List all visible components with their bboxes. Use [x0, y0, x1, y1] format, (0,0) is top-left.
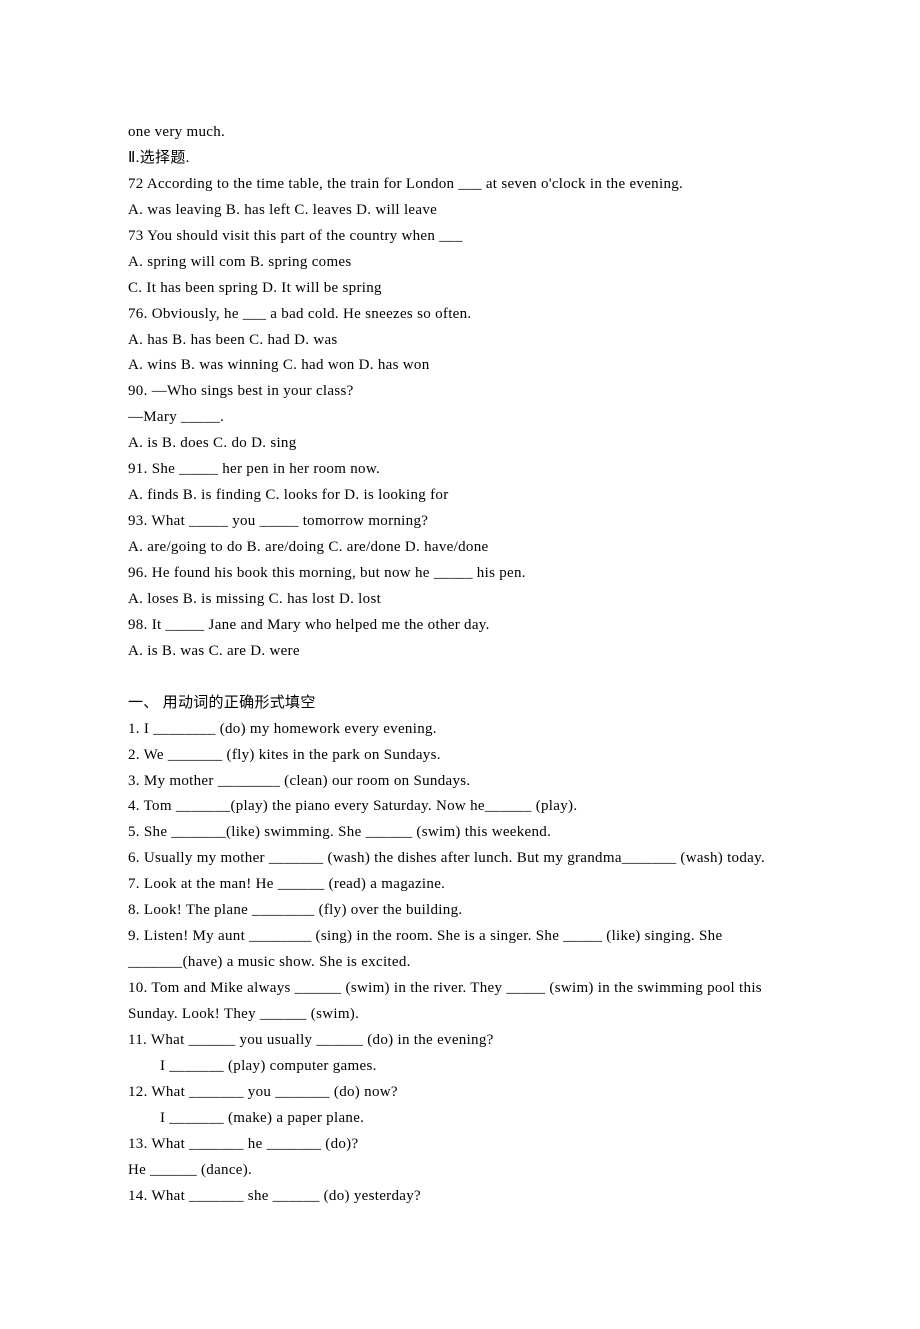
section3-line: 5. She _______(like) swimming. She _____…: [128, 820, 794, 846]
section2-line: A. are/going to do B. are/doing C. are/d…: [128, 535, 794, 561]
section2-line: A. is B. does C. do D. sing: [128, 431, 794, 457]
section3-line: 4. Tom _______(play) the piano every Sat…: [128, 794, 794, 820]
section3-line: 11. What ______ you usually ______ (do) …: [128, 1028, 794, 1054]
section3-container: 1. I ________ (do) my homework every eve…: [128, 717, 794, 1210]
section2-line: A. loses B. is missing C. has lost D. lo…: [128, 587, 794, 613]
section2-line: —Mary _____.: [128, 405, 794, 431]
section3-line: 7. Look at the man! He ______ (read) a m…: [128, 872, 794, 898]
section3-line: 1. I ________ (do) my homework every eve…: [128, 717, 794, 743]
top-fragment-line: one very much.: [128, 120, 794, 146]
section3-line: I _______ (play) computer games.: [128, 1054, 794, 1080]
section2-line: 96. He found his book this morning, but …: [128, 561, 794, 587]
section3-line: He ______ (dance).: [128, 1158, 794, 1184]
section2-line: A. finds B. is finding C. looks for D. i…: [128, 483, 794, 509]
section2-line: A. has B. has been C. had D. was: [128, 328, 794, 354]
section2-line: C. It has been spring D. It will be spri…: [128, 276, 794, 302]
section2-container: 72 According to the time table, the trai…: [128, 172, 794, 665]
section2-line: 90. —Who sings best in your class?: [128, 379, 794, 405]
section3-line: 13. What _______ he _______ (do)?: [128, 1132, 794, 1158]
section3-line: 2. We _______ (fly) kites in the park on…: [128, 743, 794, 769]
section2-heading: Ⅱ.选择题.: [128, 146, 794, 172]
section3-heading: 一、 用动词的正确形式填空: [128, 691, 794, 717]
section2-line: 91. She _____ her pen in her room now.: [128, 457, 794, 483]
section2-line: 93. What _____ you _____ tomorrow mornin…: [128, 509, 794, 535]
section3-line: 8. Look! The plane ________ (fly) over t…: [128, 898, 794, 924]
section-spacer: [128, 665, 794, 691]
section3-line: 12. What _______ you _______ (do) now?: [128, 1080, 794, 1106]
section3-line: 14. What _______ she ______ (do) yesterd…: [128, 1184, 794, 1210]
section2-line: A. spring will com B. spring comes: [128, 250, 794, 276]
section3-line: 9. Listen! My aunt ________ (sing) in th…: [128, 924, 794, 976]
section2-line: 72 According to the time table, the trai…: [128, 172, 794, 198]
section2-line: A. is B. was C. are D. were: [128, 639, 794, 665]
section3-line: 6. Usually my mother _______ (wash) the …: [128, 846, 794, 872]
section2-line: A. wins B. was winning C. had won D. has…: [128, 353, 794, 379]
section2-line: 73 You should visit this part of the cou…: [128, 224, 794, 250]
section3-line: I _______ (make) a paper plane.: [128, 1106, 794, 1132]
section2-line: 76. Obviously, he ___ a bad cold. He sne…: [128, 302, 794, 328]
section2-line: A. was leaving B. has left C. leaves D. …: [128, 198, 794, 224]
section3-line: 3. My mother ________ (clean) our room o…: [128, 769, 794, 795]
section3-line: 10. Tom and Mike always ______ (swim) in…: [128, 976, 794, 1028]
section2-line: 98. It _____ Jane and Mary who helped me…: [128, 613, 794, 639]
